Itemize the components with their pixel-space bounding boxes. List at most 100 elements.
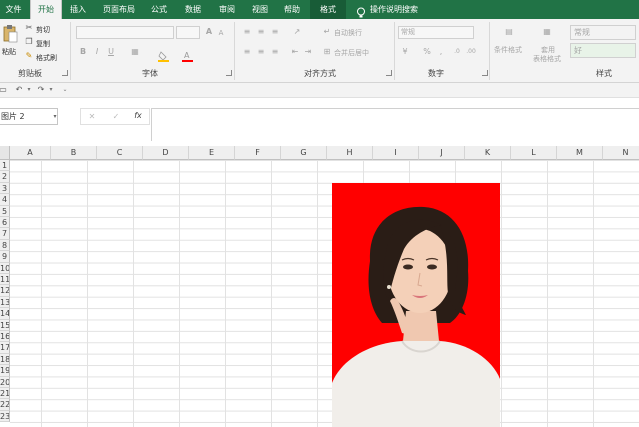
column-header-m[interactable]: M [557, 146, 603, 160]
currency-icon[interactable]: ¥ [400, 47, 410, 57]
align-left-icon[interactable]: ≡ [242, 47, 252, 57]
row-header-13[interactable]: 13 [0, 296, 10, 309]
decrease-decimal-icon[interactable]: .00 [466, 47, 476, 57]
column-header-e[interactable]: E [189, 146, 235, 160]
column-header-h[interactable]: H [327, 146, 373, 160]
bold-button[interactable]: B [78, 47, 88, 57]
align-middle-icon[interactable]: ≡ [256, 27, 266, 37]
tab-help[interactable]: 帮助 [277, 0, 307, 19]
increase-decimal-icon[interactable]: .0 [452, 47, 462, 57]
row-header-11[interactable]: 11 [0, 274, 10, 286]
tab-formulas[interactable]: 公式 [144, 0, 174, 19]
row-header-7[interactable]: 7 [0, 228, 10, 240]
indent-decrease-icon[interactable]: ⇤ [290, 47, 300, 57]
paste-button[interactable]: 粘贴 [2, 47, 16, 57]
customize-qat-icon[interactable]: ⌄ [60, 85, 70, 95]
row-header-18[interactable]: 18 [0, 353, 10, 366]
save-icon[interactable]: ▭ [0, 85, 8, 95]
column-header-c[interactable]: C [97, 146, 143, 160]
tab-insert[interactable]: 插入 [64, 0, 92, 19]
row-header-21[interactable]: 21 [0, 388, 10, 400]
enter-icon[interactable]: ✓ [111, 112, 121, 122]
chevron-down-icon[interactable]: ▾ [24, 85, 34, 95]
row-header-20[interactable]: 20 [0, 376, 10, 388]
indent-increase-icon[interactable]: ⇥ [303, 47, 313, 57]
select-all-corner[interactable] [0, 146, 10, 160]
copy-button[interactable]: 复制 [36, 39, 50, 49]
chevron-down-icon[interactable]: ▾ [46, 85, 56, 95]
table-format-button-line2[interactable]: 表格格式 [533, 54, 561, 64]
row-header-8[interactable]: 8 [0, 239, 10, 252]
orientation-icon[interactable]: ↗ [292, 27, 302, 37]
font-size-combo[interactable] [176, 26, 200, 39]
tab-page-layout[interactable]: 页面布局 [96, 0, 142, 19]
font-grow-button[interactable]: A [204, 27, 214, 37]
row-header-4[interactable]: 4 [0, 194, 10, 206]
align-center-icon[interactable]: ≡ [256, 47, 266, 57]
number-launcher-icon[interactable] [482, 70, 488, 76]
clipboard-launcher-icon[interactable] [62, 70, 68, 76]
row-header-2[interactable]: 2 [0, 171, 10, 183]
tab-file[interactable]: 文件 [0, 0, 27, 19]
italic-button[interactable]: I [92, 47, 102, 57]
row-header-6[interactable]: 6 [0, 217, 10, 229]
row-header-19[interactable]: 19 [0, 365, 10, 377]
column-header-g[interactable]: G [281, 146, 327, 160]
formula-input[interactable] [151, 108, 639, 141]
cell-area[interactable] [10, 160, 639, 427]
font-name-combo[interactable] [76, 26, 174, 39]
row-header-15[interactable]: 15 [0, 319, 10, 331]
style-good[interactable]: 好 [570, 43, 636, 58]
tab-review[interactable]: 审阅 [212, 0, 242, 19]
align-right-icon[interactable]: ≡ [270, 47, 280, 57]
row-header-16[interactable]: 16 [0, 331, 10, 343]
row-header-5[interactable]: 5 [0, 205, 10, 217]
column-header-d[interactable]: D [143, 146, 189, 160]
undo-icon[interactable]: ↶ [14, 85, 24, 95]
row-header-12[interactable]: 12 [0, 285, 10, 297]
format-painter-button[interactable]: 格式刷 [36, 53, 57, 63]
row-header-3[interactable]: 3 [0, 182, 10, 195]
fill-color-icon[interactable] [158, 47, 170, 62]
font-shrink-button[interactable]: A [216, 28, 226, 38]
align-bottom-icon[interactable]: ≡ [270, 27, 280, 37]
row-header-23[interactable]: 23 [0, 410, 10, 423]
column-header-i[interactable]: I [373, 146, 419, 160]
row-header-10[interactable]: 10 [0, 262, 10, 274]
redo-icon[interactable]: ↷ [36, 85, 46, 95]
comma-button[interactable]: , [436, 47, 446, 57]
namebox-dropdown-icon[interactable]: ▾ [50, 112, 60, 122]
tab-home[interactable]: 开始 [30, 0, 62, 19]
align-top-icon[interactable]: ≡ [242, 27, 252, 37]
column-header-a[interactable]: A [10, 146, 51, 160]
row-header-17[interactable]: 17 [0, 342, 10, 354]
tab-view[interactable]: 视图 [245, 0, 275, 19]
column-header-f[interactable]: F [235, 146, 281, 160]
wrap-text-button[interactable]: 自动换行 [334, 28, 362, 38]
column-header-l[interactable]: L [511, 146, 557, 160]
percent-button[interactable]: % [422, 47, 432, 57]
underline-button[interactable]: U [106, 47, 116, 57]
cut-button[interactable]: 剪切 [36, 25, 50, 35]
row-header-1[interactable]: 1 [0, 160, 10, 172]
column-header-n[interactable]: N [603, 146, 639, 160]
row-header-14[interactable]: 14 [0, 308, 10, 320]
merge-center-button[interactable]: 合并后居中 [334, 48, 369, 58]
font-color-icon[interactable]: A [182, 47, 194, 62]
font-launcher-icon[interactable] [226, 70, 232, 76]
column-header-b[interactable]: B [51, 146, 97, 160]
paste-icon[interactable] [2, 24, 18, 44]
style-normal[interactable]: 常规 [570, 25, 636, 40]
alignment-launcher-icon[interactable] [386, 70, 392, 76]
conditional-format-button[interactable]: 条件格式 [494, 45, 522, 55]
insert-function-button[interactable]: fx [133, 111, 143, 121]
row-header-9[interactable]: 9 [0, 251, 10, 263]
column-header-k[interactable]: K [465, 146, 511, 160]
cancel-icon[interactable]: ✕ [87, 112, 97, 122]
tab-data[interactable]: 数据 [178, 0, 208, 19]
selected-picture[interactable] [332, 183, 500, 427]
row-header-22[interactable]: 22 [0, 399, 10, 411]
borders-icon[interactable]: ▦ [130, 47, 140, 57]
tab-format[interactable]: 格式 [310, 0, 346, 19]
tell-me-search[interactable]: 操作说明搜索 [370, 0, 430, 19]
